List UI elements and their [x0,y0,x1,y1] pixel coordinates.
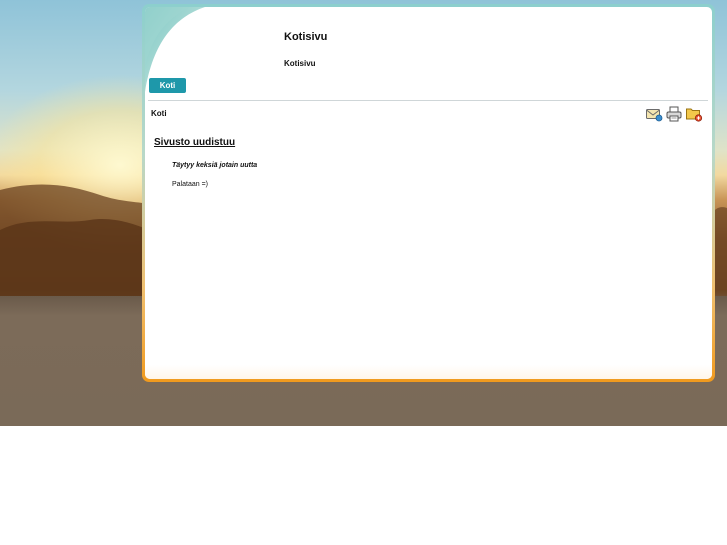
print-icon[interactable] [665,105,683,123]
divider [148,100,708,101]
site-title: Kotisivu [284,31,328,43]
article-title-link[interactable]: Sivusto uudistuu [154,137,235,148]
bookmark-folder-icon[interactable] [685,105,703,123]
card-content: Kotisivu Kotisivu Koti Koti Sivusto uudi… [145,7,712,379]
breadcrumb: Koti [151,109,167,118]
card-bottom-fade [145,365,712,379]
tab-koti[interactable]: Koti [149,78,186,93]
email-icon[interactable] [645,105,663,123]
article-body: Palataan =) [172,181,208,188]
article-lead: Täytyy keksiä jotain uutta [172,162,258,169]
site-subtitle: Kotisivu [284,59,316,68]
main-card: Kotisivu Kotisivu Koti Koti Sivusto uudi… [142,4,715,382]
